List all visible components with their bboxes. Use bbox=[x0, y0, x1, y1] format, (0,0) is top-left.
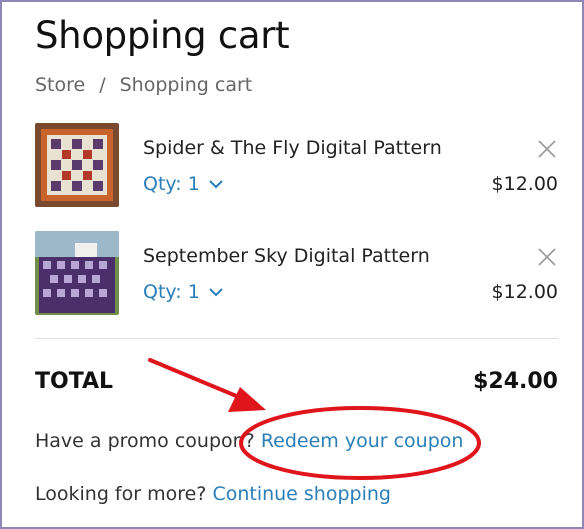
cart-item: Spider & The Fly Digital Pattern Qty: 1 … bbox=[35, 123, 559, 207]
chevron-down-icon bbox=[209, 288, 223, 297]
promo-prompt: Have a promo coupon? bbox=[35, 430, 255, 452]
breadcrumb-store-link[interactable]: Store bbox=[35, 74, 85, 96]
item-price: $12.00 bbox=[491, 281, 558, 303]
continue-shopping-link[interactable]: Continue shopping bbox=[212, 483, 391, 505]
total-label: TOTAL bbox=[35, 369, 114, 394]
item-price: $12.00 bbox=[491, 173, 558, 195]
more-prompt: Looking for more? bbox=[35, 483, 207, 505]
item-name[interactable]: September Sky Digital Pattern bbox=[143, 245, 430, 267]
page-title: Shopping cart bbox=[35, 14, 290, 57]
item-name[interactable]: Spider & The Fly Digital Pattern bbox=[143, 137, 442, 159]
summary-divider bbox=[35, 338, 558, 339]
redeem-coupon-link[interactable]: Redeem your coupon bbox=[261, 430, 464, 452]
breadcrumb-current: Shopping cart bbox=[119, 74, 253, 96]
qty-label: Qty: 1 bbox=[143, 281, 200, 303]
qty-label: Qty: 1 bbox=[143, 173, 200, 195]
more-line: Looking for more? Continue shopping bbox=[35, 483, 391, 505]
qty-dropdown[interactable]: Qty: 1 bbox=[143, 173, 224, 195]
cart-item: September Sky Digital Pattern Qty: 1 $12… bbox=[35, 231, 559, 315]
close-icon[interactable] bbox=[537, 139, 557, 159]
breadcrumb: Store / Shopping cart bbox=[35, 74, 252, 96]
product-image-september-sky[interactable] bbox=[35, 231, 119, 315]
qty-dropdown[interactable]: Qty: 1 bbox=[143, 281, 224, 303]
chevron-down-icon bbox=[209, 180, 223, 189]
promo-line: Have a promo coupon? Redeem your coupon bbox=[35, 430, 463, 452]
total-value: $24.00 bbox=[473, 369, 558, 394]
product-image-spider-fly[interactable] bbox=[35, 123, 119, 207]
breadcrumb-separator: / bbox=[99, 74, 106, 96]
close-icon[interactable] bbox=[537, 247, 557, 267]
